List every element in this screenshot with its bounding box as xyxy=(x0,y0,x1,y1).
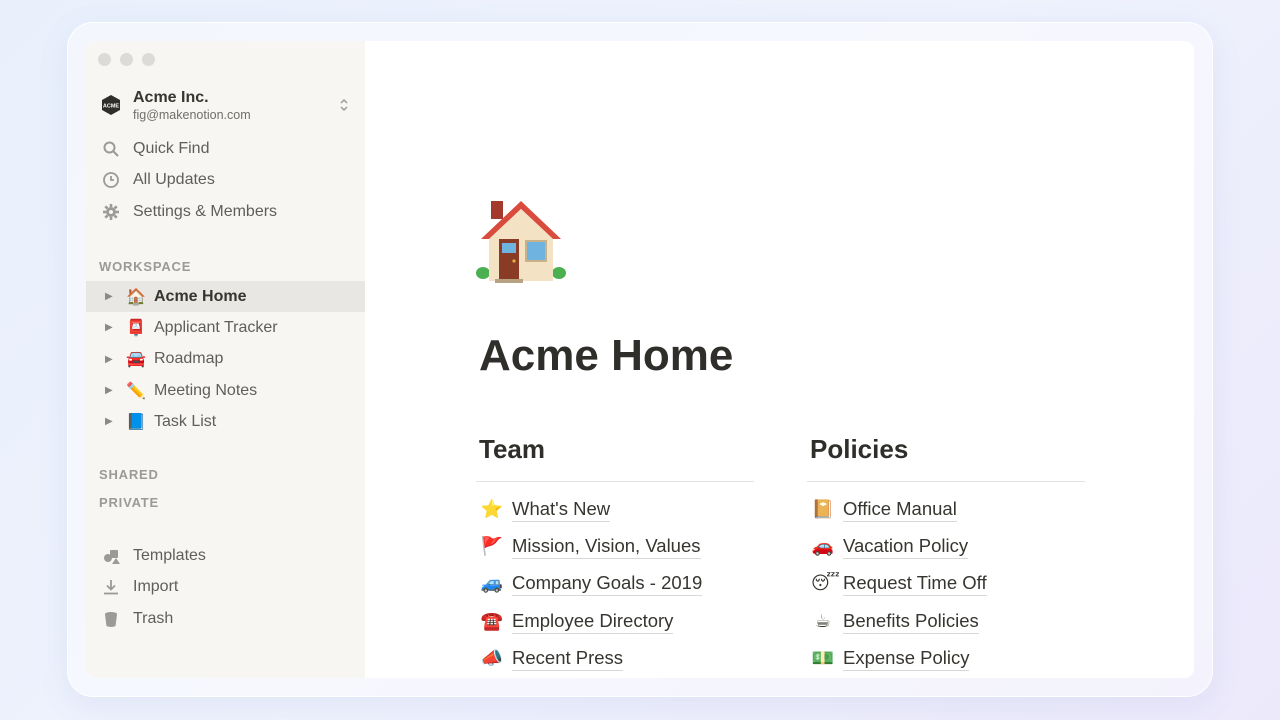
expand-triangle-icon[interactable]: ▶ xyxy=(105,385,115,396)
column-heading-team: Team xyxy=(479,434,545,464)
close-window-button[interactable] xyxy=(98,53,111,66)
column-divider xyxy=(476,481,754,482)
sidebar-item-all-updates[interactable]: All Updates xyxy=(86,165,365,197)
gear-icon xyxy=(102,203,120,221)
sleeping-face-icon: 😴 xyxy=(811,573,840,594)
sidebar: ACME Acme Inc. fig@makenotion.com Quick … xyxy=(86,41,365,678)
house-icon: 🏠 xyxy=(126,288,146,306)
telephone-icon: ☎️ xyxy=(480,610,504,631)
sidebar-item-import[interactable]: Import xyxy=(86,572,365,604)
sidebar-page-meeting-notes[interactable]: ▶ ✏️ Meeting Notes xyxy=(86,375,365,406)
column-divider xyxy=(807,481,1085,482)
sidebar-item-label: Trash xyxy=(133,609,174,627)
team-links: ⭐ What's New 🚩 Mission, Vision, Values 🚙… xyxy=(480,491,703,677)
page-link-label: Benefits Policies xyxy=(843,609,979,634)
sidebar-page-applicant-tracker[interactable]: ▶ 📮 Applicant Tracker xyxy=(86,312,365,343)
svg-text:ACME: ACME xyxy=(103,104,120,110)
page-link-label: Vacation Policy xyxy=(843,534,969,560)
section-label-workspace: WORKSPACE xyxy=(99,259,192,274)
page-link-mission[interactable]: 🚩 Mission, Vision, Values xyxy=(480,528,702,565)
page-link-label: Company Goals - 2019 xyxy=(512,571,703,597)
page-link-label: Mission, Vision, Values xyxy=(512,534,701,560)
minimize-window-button[interactable] xyxy=(120,53,133,66)
flag-icon: 🚩 xyxy=(480,536,504,557)
section-label-shared[interactable]: SHARED xyxy=(99,467,159,482)
page-link-expense-policy[interactable]: 💵 Expense Policy xyxy=(811,640,987,677)
search-icon xyxy=(102,140,120,158)
page-content: Acme Home Team ⭐ What's New 🚩 Mission, V… xyxy=(365,41,1194,678)
page-link-company-goals[interactable]: 🚙 Company Goals - 2019 xyxy=(480,565,703,602)
sidebar-item-templates[interactable]: Templates xyxy=(86,540,365,572)
expand-triangle-icon[interactable]: ▶ xyxy=(105,322,115,333)
sidebar-page-label: Acme Home xyxy=(154,287,247,305)
sidebar-item-settings[interactable]: Settings & Members xyxy=(86,196,365,228)
page-link-label: Recent Press xyxy=(512,646,624,671)
app-window: ACME Acme Inc. fig@makenotion.com Quick … xyxy=(86,41,1194,678)
book-icon: 📘 xyxy=(126,413,146,431)
sidebar-page-label: Task List xyxy=(154,412,217,430)
column-heading-policies: Policies xyxy=(810,434,909,464)
page-title[interactable]: Acme Home xyxy=(479,331,733,381)
page-link-whats-new[interactable]: ⭐ What's New xyxy=(480,491,702,528)
workspace-name: Acme Inc. xyxy=(133,88,209,106)
pencil-icon: ✏️ xyxy=(126,382,146,400)
expand-triangle-icon[interactable]: ▶ xyxy=(105,291,115,302)
chevron-up-down-icon xyxy=(336,95,352,115)
sidebar-page-acme-home[interactable]: ▶ 🏠 Acme Home xyxy=(86,281,365,313)
page-link-benefits-policies[interactable]: ☕ Benefits Policies xyxy=(811,603,987,640)
import-icon xyxy=(102,578,120,596)
sidebar-item-label: Settings & Members xyxy=(133,202,278,220)
house-icon[interactable] xyxy=(471,191,571,291)
maximize-window-button[interactable] xyxy=(142,53,155,66)
sidebar-item-quick-find[interactable]: Quick Find xyxy=(86,133,365,165)
megaphone-icon: 📣 xyxy=(480,647,504,668)
page-link-request-time-off[interactable]: 😴 Request Time Off xyxy=(811,565,987,602)
expand-triangle-icon[interactable]: ▶ xyxy=(105,354,115,365)
trash-icon xyxy=(102,610,120,628)
page-link-label: Expense Policy xyxy=(843,646,970,671)
sidebar-item-label: Quick Find xyxy=(133,139,210,157)
sidebar-page-label: Roadmap xyxy=(154,350,224,368)
car-icon: 🚗 xyxy=(811,536,835,557)
expand-triangle-icon[interactable]: ▶ xyxy=(105,416,115,427)
page-link-label: Office Manual xyxy=(843,497,957,523)
window-controls xyxy=(98,53,155,66)
workspace-logo: ACME xyxy=(100,94,122,116)
coffee-icon: ☕ xyxy=(814,610,832,631)
workspace-switcher[interactable]: ACME Acme Inc. fig@makenotion.com xyxy=(100,86,352,124)
money-icon: 💵 xyxy=(811,647,835,668)
sidebar-item-label: Templates xyxy=(133,546,206,564)
car-icon: 🚙 xyxy=(480,573,504,594)
page-link-label: Employee Directory xyxy=(512,609,674,634)
policies-links: 📔 Office Manual 🚗 Vacation Policy 😴 Requ… xyxy=(811,491,987,677)
sidebar-item-label: All Updates xyxy=(133,171,215,189)
sidebar-item-label: Import xyxy=(133,578,179,596)
sidebar-bottom-nav: Templates Import Trash xyxy=(86,540,365,635)
section-label-private[interactable]: PRIVATE xyxy=(99,495,159,510)
star-icon: ⭐ xyxy=(480,499,504,520)
page-link-label: What's New xyxy=(512,497,611,523)
sidebar-page-task-list[interactable]: ▶ 📘 Task List xyxy=(86,406,365,437)
car-icon: 🚘 xyxy=(126,351,146,369)
clock-icon xyxy=(102,171,120,189)
sidebar-page-label: Meeting Notes xyxy=(154,381,258,399)
sidebar-page-label: Applicant Tracker xyxy=(154,318,278,336)
sidebar-page-roadmap[interactable]: ▶ 🚘 Roadmap xyxy=(86,344,365,375)
page-link-vacation-policy[interactable]: 🚗 Vacation Policy xyxy=(811,528,987,565)
sidebar-item-trash[interactable]: Trash xyxy=(86,603,365,635)
workspace-pages: ▶ 🏠 Acme Home ▶ 📮 Applicant Tracker ▶ 🚘 … xyxy=(86,281,365,437)
page-link-employee-directory[interactable]: ☎️ Employee Directory xyxy=(480,603,702,640)
notebook-icon: 📔 xyxy=(811,499,835,520)
page-link-office-manual[interactable]: 📔 Office Manual xyxy=(811,491,987,528)
templates-icon xyxy=(102,547,120,565)
workspace-email: fig@makenotion.com xyxy=(133,107,251,122)
page-link-label: Request Time Off xyxy=(843,571,987,597)
postbox-icon: 📮 xyxy=(126,319,146,337)
sidebar-nav: Quick Find All Updates Settings & Member… xyxy=(86,133,365,228)
page-link-recent-press[interactable]: 📣 Recent Press xyxy=(480,640,702,677)
